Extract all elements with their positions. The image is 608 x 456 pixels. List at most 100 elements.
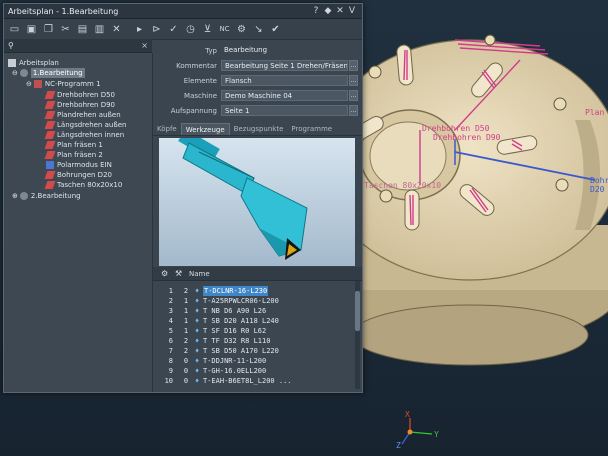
clock-icon[interactable]: ◷	[182, 21, 199, 37]
polar-mode-icon	[46, 161, 54, 169]
settings-icon[interactable]: ⚙	[233, 21, 250, 37]
tool-icon: ♦	[195, 337, 200, 345]
kommentar-edit-button[interactable]: …	[349, 60, 358, 71]
delete-icon[interactable]: ▥	[91, 21, 108, 37]
operation-icon	[44, 91, 56, 99]
tree-item-label: Bohrungen D20	[57, 171, 112, 179]
tree-item[interactable]: Längsdrehen innen	[44, 130, 125, 140]
tree-item[interactable]: Taschen 80x20x10	[44, 180, 123, 190]
table-row[interactable]: 3 1 ♦ T NB D6 A90 L26	[159, 306, 266, 316]
tree-item[interactable]: Plandrehen außen	[44, 110, 121, 120]
collapse-button[interactable]: V	[346, 6, 358, 16]
nc-program-icon	[33, 80, 42, 88]
tree-item[interactable]: ⊖ NC-Programm 1	[26, 79, 101, 89]
play-icon[interactable]: ▸	[131, 21, 148, 37]
tool-name: T SB D20 A118 L240	[203, 317, 279, 325]
tool-icon: ♦	[195, 367, 200, 375]
tree-item-label: Plan fräsen 1	[57, 141, 103, 149]
table-row[interactable]: 9 0 ♦ T-GH-16.0ELL200	[159, 366, 266, 376]
tool-table-scrollbar[interactable]	[355, 281, 360, 389]
tree-item[interactable]: Polarmodus EIN	[46, 160, 112, 170]
tab-werkzeuge[interactable]: Werkzeuge	[180, 123, 230, 135]
table-row[interactable]: 5 1 ♦ T SF D16 R0 L62	[159, 326, 266, 336]
table-row[interactable]: 10 0 ♦ T-EAH-B6ET8L_L200 ...	[159, 376, 292, 386]
check-all-icon[interactable]: ✔	[267, 21, 284, 37]
operation-icon	[44, 181, 56, 189]
pin-button[interactable]: ◆	[322, 6, 334, 16]
axis-y-label: Y	[434, 430, 439, 439]
prop-typ: Typ Bearbeitung	[153, 44, 362, 57]
tree-item[interactable]: Plan fräsen 1	[44, 140, 103, 150]
cut-icon[interactable]: ✂	[57, 21, 74, 37]
table-row[interactable]: 4 1 ♦ T SB D20 A118 L240	[159, 316, 279, 326]
tree-item-label: Längsdrehen außen	[57, 121, 127, 129]
column-header-name[interactable]: Name	[189, 270, 210, 278]
tool-name: T-DCLNR-16-L230	[203, 286, 269, 296]
down-icon[interactable]: ⊻	[199, 21, 216, 37]
elemente-browse-button[interactable]: …	[349, 75, 358, 86]
forward-icon[interactable]: ⊳	[148, 21, 165, 37]
elemente-field[interactable]: Flansch	[221, 75, 348, 86]
tool-icon: ♦	[195, 297, 200, 305]
copy-icon[interactable]: ❐	[40, 21, 57, 37]
operation-icon	[44, 171, 56, 179]
panel-title: Arbeitsplan - 1.Bearbeitung	[8, 6, 119, 16]
tab-bar: Köpfe Werkzeuge Bezugspunkte Programme	[153, 123, 362, 136]
paste-icon[interactable]: ▤	[74, 21, 91, 37]
aufspannung-field[interactable]: Seite 1	[221, 105, 348, 116]
tree-root[interactable]: Arbeitsplan	[8, 58, 59, 68]
table-row[interactable]: 7 2 ♦ T SB D50 A170 L220	[159, 346, 279, 356]
tab-koepfe[interactable]: Köpfe	[153, 123, 181, 135]
tree-item[interactable]: Drehbohren D90	[44, 100, 115, 110]
table-row[interactable]: 1 2 ♦ T-DCLNR-16-L230	[159, 286, 269, 296]
tab-bezugspunkte[interactable]: Bezugspunkte	[230, 123, 288, 135]
tree-search-bar[interactable]: ⚲ ×	[4, 39, 152, 53]
aufspannung-browse-button[interactable]: …	[349, 105, 358, 116]
search-icon: ⚲	[8, 41, 14, 50]
axis-z-label: Z	[396, 441, 401, 450]
save-as-icon[interactable]: ▣	[23, 21, 40, 37]
prop-label: Maschine	[184, 91, 217, 100]
operation-icon	[44, 121, 56, 129]
tree-item[interactable]: ⊕ 2.Bearbeitung	[12, 191, 81, 201]
tree-item-label: 1.Bearbeitung	[30, 68, 85, 78]
tree-item[interactable]: Plan fräsen 2	[44, 150, 103, 160]
tool-table: ⚙ ⚒ Name 1 2 ♦ T-DCLNR-16-L230 2 1 ♦ T-A25RPWL…	[153, 267, 362, 392]
arrow-icon[interactable]: ↘	[250, 21, 267, 37]
close-button[interactable]: ✕	[334, 6, 346, 16]
maschine-browse-button[interactable]: …	[349, 90, 358, 101]
tree-item-label: Taschen 80x20x10	[57, 181, 123, 189]
tree-item-label: Polarmodus EIN	[57, 161, 112, 169]
tool-name: T-GH-16.0ELL200	[203, 367, 267, 375]
search-clear-icon[interactable]: ×	[141, 41, 148, 50]
settings-icon[interactable]: ⚙	[161, 269, 175, 278]
check-icon[interactable]: ✓	[165, 21, 182, 37]
table-row[interactable]: 6 2 ♦ T TF D32 R8 L110	[159, 336, 271, 346]
tab-programme[interactable]: Programme	[287, 123, 336, 135]
tree-item-label: Plandrehen außen	[57, 111, 121, 119]
tree-item-label: Längsdrehen innen	[57, 131, 125, 139]
operation-icon	[44, 101, 56, 109]
help-button[interactable]: ?	[310, 6, 322, 16]
tree-item[interactable]: Bohrungen D20	[44, 170, 112, 180]
tool-name: T NB D6 A90 L26	[203, 307, 267, 315]
tool-icon[interactable]: ⚒	[175, 269, 189, 278]
prop-maschine: Maschine Demo Maschine 04 …	[153, 89, 362, 102]
operation-icon	[44, 141, 56, 149]
tool-preview[interactable]	[159, 138, 355, 266]
tree-item[interactable]: Längsdrehen außen	[44, 120, 127, 130]
tree-item[interactable]: Drehbohren D50	[44, 90, 115, 100]
prop-label: Kommentar	[176, 61, 217, 70]
nc-icon[interactable]: NC	[216, 21, 233, 37]
save-icon[interactable]: ▭	[6, 21, 23, 37]
kommentar-field[interactable]: Bearbeitung Seite 1 Drehen/Fräsen/Bohr	[221, 60, 348, 71]
close-icon[interactable]: ✕	[108, 21, 125, 37]
label-bohrungen: Bohrungen D20	[590, 176, 608, 194]
scrollbar-thumb[interactable]	[355, 291, 360, 331]
maschine-field[interactable]: Demo Maschine 04	[221, 90, 348, 101]
table-row[interactable]: 8 0 ♦ T-DDJNR-11-L200	[159, 356, 266, 366]
tree-item[interactable]: ⊖ 1.Bearbeitung	[12, 68, 85, 78]
table-row[interactable]: 2 1 ♦ T-A25RPWLCR06-L200	[159, 296, 279, 306]
prop-value: Bearbeitung	[224, 46, 268, 54]
operation-icon	[44, 151, 56, 159]
